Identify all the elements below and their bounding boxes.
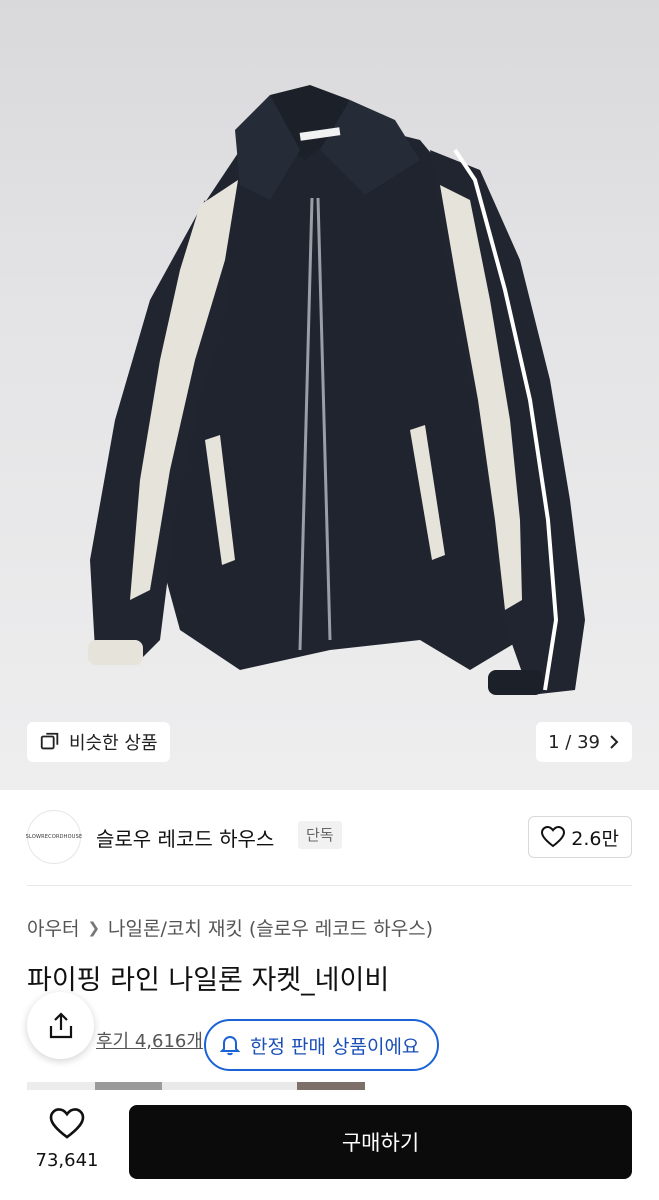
heart-icon <box>541 826 566 848</box>
brand-row: SLOWRECORDHOUSE 슬로우 레코드 하우스 단독 2.6만 <box>0 790 659 885</box>
thumbnail[interactable] <box>162 1082 297 1090</box>
thumbnail[interactable] <box>95 1082 162 1090</box>
thumbnail[interactable] <box>297 1082 365 1090</box>
heart-icon <box>49 1108 85 1139</box>
limited-sale-text: 한정 판매 상품이에요 <box>250 1035 420 1058</box>
breadcrumb-item[interactable]: 아우터 <box>27 914 79 941</box>
wishlist-count: 73,641 <box>35 1150 99 1171</box>
brand-like-button[interactable]: 2.6만 <box>528 816 632 858</box>
similar-products-button[interactable]: 비슷한 상품 <box>27 722 170 762</box>
bell-icon <box>220 1035 240 1056</box>
review-link[interactable]: 후기 4,616개 <box>96 1027 203 1053</box>
bottom-purchase-bar: 73,641 구매하기 <box>0 1090 659 1200</box>
chevron-right-icon <box>610 735 619 749</box>
thumbnail[interactable] <box>27 1082 95 1090</box>
brand-logo-text: SLOWRECORDHOUSE <box>25 834 83 840</box>
brand-like-count: 2.6만 <box>571 827 619 850</box>
thumbnail-strip <box>27 1082 367 1090</box>
product-image-carousel[interactable]: 비슷한 상품 1 / 39 <box>0 0 659 790</box>
breadcrumb-item[interactable]: 나일론/코치 재킷 (슬로우 레코드 하우스) <box>108 914 433 941</box>
product-title: 파이핑 라인 나일론 자켓_네이비 <box>27 965 390 996</box>
image-counter-text: 1 / 39 <box>548 731 600 753</box>
chevron-right-icon: ❯ <box>87 918 101 937</box>
breadcrumb: 아우터 ❯ 나일론/코치 재킷 (슬로우 레코드 하우스) <box>27 914 433 941</box>
wishlist-button[interactable]: 73,641 <box>27 1108 107 1171</box>
buy-button[interactable]: 구매하기 <box>129 1105 632 1179</box>
similar-products-label: 비슷한 상품 <box>69 733 158 754</box>
divider <box>27 885 632 886</box>
share-button[interactable] <box>27 992 94 1059</box>
limited-sale-notice: 한정 판매 상품이에요 <box>204 1019 440 1071</box>
share-icon <box>49 1011 72 1038</box>
brand-logo[interactable]: SLOWRECORDHOUSE <box>25 810 83 864</box>
brand-name[interactable]: 슬로우 레코드 하우스 <box>96 823 274 852</box>
image-counter-button[interactable]: 1 / 39 <box>536 722 632 762</box>
copy-icon <box>40 732 59 750</box>
product-photo-jacket <box>88 85 585 695</box>
exclusive-badge: 단독 <box>298 821 342 849</box>
